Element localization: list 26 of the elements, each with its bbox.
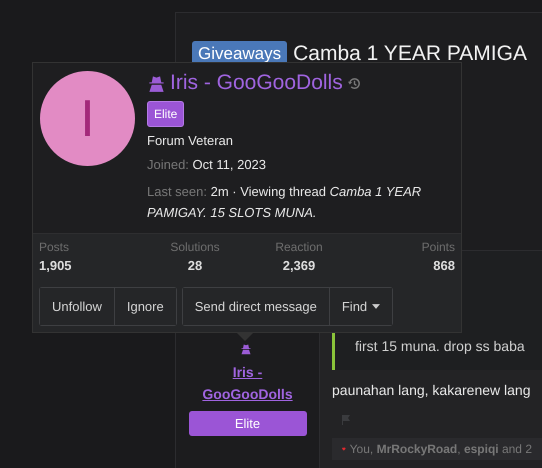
action-button[interactable]: Ignore xyxy=(114,288,176,325)
spy-icon xyxy=(240,343,252,355)
stat-value: 1,905 xyxy=(39,258,72,273)
stat-label: Posts xyxy=(39,240,70,254)
user-title: Forum Veteran xyxy=(147,133,234,148)
stat-label: Reaction xyxy=(275,240,323,254)
joined-label: Joined: xyxy=(147,157,189,172)
spy-icon xyxy=(147,74,166,92)
author-link[interactable]: Iris - GooGooDolls xyxy=(200,361,296,405)
history-icon[interactable] xyxy=(346,76,362,90)
user-badge: Elite xyxy=(188,411,306,436)
stat-value: 2,369 xyxy=(282,258,316,273)
caret-icon xyxy=(372,304,380,309)
user-name[interactable]: Iris - GooGooDolls xyxy=(170,71,343,95)
last-seen-text: Last seen: 2m · Viewing thread Camba 1 YEAR PAMIGAY. 15 SLOTS MUNA. xyxy=(147,183,422,222)
avatar-letter: I xyxy=(80,88,95,148)
user-badge: Elite xyxy=(147,101,184,127)
stat-value: 28 xyxy=(188,258,202,273)
quote-text: first 15 muna. drop ss baba xyxy=(355,338,525,354)
action-button[interactable]: Find xyxy=(328,288,392,325)
stat-label: Points xyxy=(422,240,455,254)
stat-label: Solutions xyxy=(170,240,220,254)
stat-value: 868 xyxy=(433,258,455,273)
thread-title: Camba 1 YEAR PAMIGA xyxy=(293,42,527,66)
post-message: paunahan lang, kakarenew lang xyxy=(332,381,532,398)
joined-date: Oct 11, 2023 xyxy=(192,157,266,172)
